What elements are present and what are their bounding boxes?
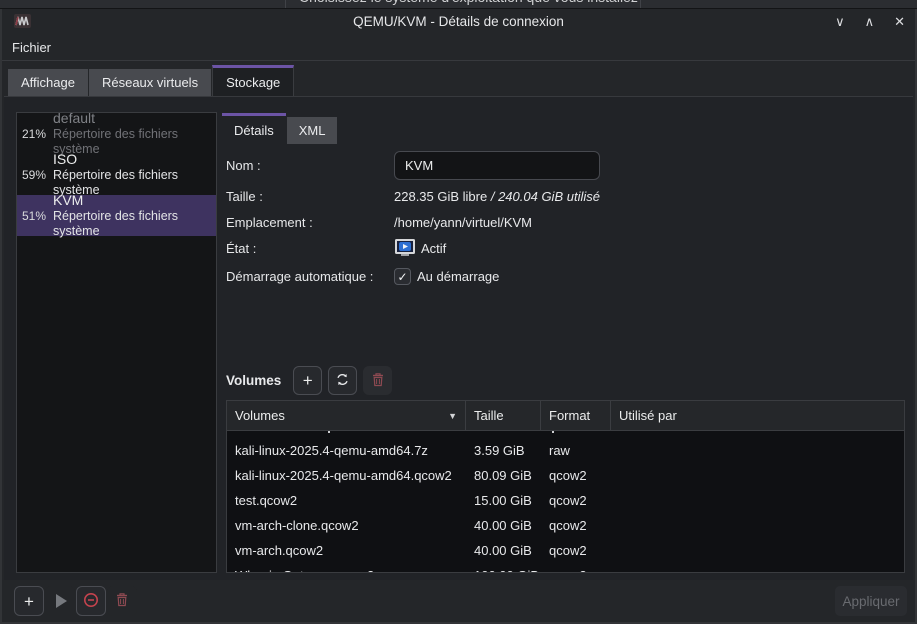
column-header-utilise-par[interactable]: Utilisé par [611,401,904,430]
pool-usage-percent: 21% [22,127,53,141]
apply-button[interactable]: Appliquer [835,586,907,616]
autostart-checkbox[interactable]: ✓ [394,268,411,285]
pool-details-panel: Détails XML Nom : Taille : 228.35 GiB li… [222,97,905,580]
add-volume-button[interactable]: + [293,366,322,395]
start-pool-button[interactable] [45,586,75,616]
column-header-format[interactable]: Format [541,401,611,430]
volumes-section-title: Volumes [226,373,281,388]
location-value: /home/yann/virtuel/KVM [394,215,532,230]
details-subtabbar: Détails XML [222,112,905,144]
add-pool-button[interactable]: + [14,586,44,616]
volume-row[interactable]: vm-arch.qcow2 40.00 GiB qcow2 [227,538,904,563]
pool-name: default [53,112,216,127]
pool-running-icon [394,238,416,260]
bottom-action-bar: + [2,580,915,622]
size-value: 228.35 GiB libre / 240.04 GiB utilisé [394,189,600,204]
size-label: Taille : [226,189,394,204]
pool-item-default[interactable]: 21% default Répertoire des fichiers syst… [17,113,216,154]
pool-details-form: Nom : Taille : 228.35 GiB libre / 240.04… [226,147,905,291]
connection-details-window: QEMU/KVM - Détails de connexion ∨ ∧ ✕ Fi… [0,9,917,624]
volume-row[interactable]: test.qcow2 15.00 GiB qcow2 [227,488,904,513]
stop-circle-icon [83,592,99,611]
autostart-label: Démarrage automatique : [226,269,394,284]
close-icon[interactable]: ✕ [894,15,905,28]
titlebar[interactable]: QEMU/KVM - Détails de connexion ∨ ∧ ✕ [2,9,915,34]
trash-icon [115,592,129,610]
delete-volume-button[interactable] [363,366,392,395]
autostart-value: Au démarrage [417,269,499,284]
minimize-icon[interactable]: ∨ [835,15,845,28]
window-title: QEMU/KVM - Détails de connexion [2,14,915,29]
column-header-volumes[interactable]: Volumes ▼ [227,401,466,430]
trash-icon [371,372,385,390]
volumes-table-header: Volumes ▼ Taille Format Utilisé par [227,401,904,431]
play-icon [56,594,67,608]
pool-usage-percent: 59% [22,168,53,182]
background-window-divider [285,0,286,9]
screen: Choisissez le système d'exploitation que… [0,0,917,624]
tab-affichage[interactable]: Affichage [8,69,88,96]
partial-scrolled-row [227,431,904,438]
maximize-icon[interactable]: ∧ [865,15,875,28]
background-window-divider-2 [640,0,641,9]
volume-row[interactable]: kali-linux-2025.4-qemu-amd64.7z 3.59 GiB… [227,438,904,463]
volumes-toolbar: Volumes + [226,366,392,395]
background-window-sliver: Choisissez le système d'exploitation que… [0,0,917,9]
window-controls: ∨ ∧ ✕ [835,9,905,34]
menu-fichier[interactable]: Fichier [2,37,61,58]
volume-row[interactable]: vm-arch-clone.qcow2 40.00 GiB qcow2 [227,513,904,538]
pool-item-iso[interactable]: 59% ISO Répertoire des fichiers système [17,154,216,195]
volume-row[interactable]: Whonix-Gateway.qcow2 100.00 GiB qcow2 [227,563,904,572]
pool-name-input[interactable] [394,151,600,180]
pool-name: KVM [53,192,216,209]
storage-tab-page: 21% default Répertoire des fichiers syst… [4,96,913,580]
main-tabbar: Affichage Réseaux virtuels Stockage [2,61,915,96]
stop-pool-button[interactable] [76,586,106,616]
refresh-icon [335,372,350,390]
size-free: 228.35 GiB libre [394,189,491,204]
state-label: État : [226,241,394,256]
plus-icon: + [303,372,313,389]
menubar: Fichier [2,34,915,61]
sort-descending-icon: ▼ [448,411,457,421]
volumes-table-body[interactable]: kali-linux-2025.4-qemu-amd64.7z 3.59 GiB… [227,438,904,572]
background-window-text: Choisissez le système d'exploitation que… [299,0,638,5]
pool-type: Répertoire des fichiers système [53,209,216,239]
subtab-xml[interactable]: XML [287,117,338,144]
refresh-volumes-button[interactable] [328,366,357,395]
check-icon: ✓ [397,270,407,284]
delete-pool-button[interactable] [107,586,137,616]
location-label: Emplacement : [226,215,394,230]
size-used: / 240.04 GiB utilisé [491,189,600,204]
pool-actions: + [14,586,137,616]
volumes-table: Volumes ▼ Taille Format Utilisé par kali… [226,400,905,573]
volume-row[interactable]: kali-linux-2025.4-qemu-amd64.qcow2 80.09… [227,463,904,488]
pool-usage-percent: 51% [22,209,53,223]
tab-reseaux-virtuels[interactable]: Réseaux virtuels [89,69,211,96]
virt-manager-app-icon [14,13,32,29]
plus-icon: + [24,593,34,610]
state-value: Actif [421,241,446,256]
storage-pool-list[interactable]: 21% default Répertoire des fichiers syst… [16,112,217,573]
name-label: Nom : [226,158,394,173]
pool-item-kvm[interactable]: 51% KVM Répertoire des fichiers système [17,195,216,236]
subtab-details[interactable]: Détails [222,113,286,144]
column-header-taille[interactable]: Taille [466,401,541,430]
tab-stockage[interactable]: Stockage [212,65,294,96]
pool-name: ISO [53,151,216,168]
